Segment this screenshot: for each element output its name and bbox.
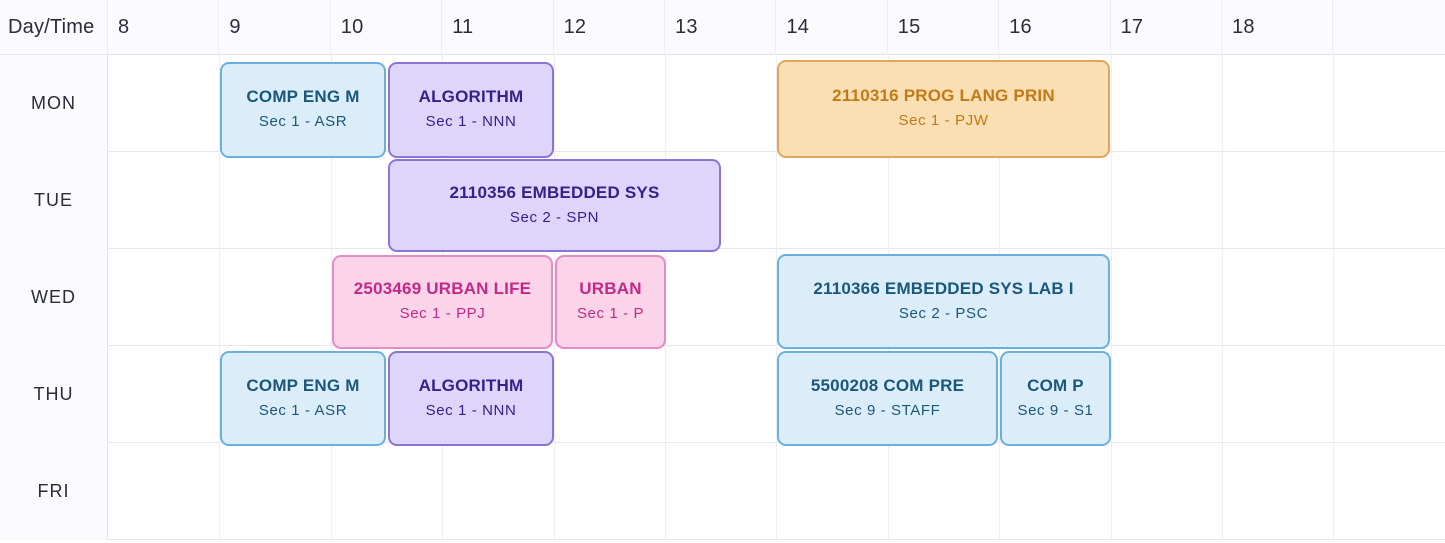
course-block-wed-urban-life[interactable]: 2503469 URBAN LIFE Sec 1 - PPJ	[332, 255, 553, 349]
course-title: 2110316 PROG LANG PRIN	[832, 86, 1055, 106]
course-title: ALGORITHM	[418, 375, 524, 395]
course-title: COMP ENG M	[246, 87, 360, 107]
course-block-thu-comp-eng-m[interactable]: COMP ENG M Sec 1 - ASR	[220, 351, 386, 446]
course-section: Sec 1 - PPJ	[399, 305, 486, 323]
course-section: Sec 1 - NNN	[425, 401, 517, 419]
course-section: Sec 1 - NNN	[425, 113, 517, 131]
course-section: Sec 1 - ASR	[258, 401, 348, 419]
timetable: Day/Time 8 9 10 11 12 13 14 15 16 17 18 MON TUE WED TH…	[0, 0, 1445, 543]
course-section: Sec 9 - STAFF	[834, 401, 941, 419]
course-section: Sec 9 - S1	[1017, 401, 1094, 419]
course-title: 2503469 URBAN LIFE	[353, 279, 532, 299]
course-title: ALGORITHM	[418, 87, 524, 107]
course-title: URBAN	[579, 279, 642, 299]
course-section: Sec 1 - ASR	[258, 113, 348, 131]
course-block-mon-comp-eng-m[interactable]: COMP ENG M Sec 1 - ASR	[220, 62, 386, 158]
course-section: Sec 1 - PJW	[898, 112, 989, 130]
course-block-mon-prog-lang-prin[interactable]: 2110316 PROG LANG PRIN Sec 1 - PJW	[777, 60, 1110, 158]
course-title: COM P	[1027, 375, 1084, 395]
course-block-thu-com-pre[interactable]: 5500208 COM PRE Sec 9 - STAFF	[777, 351, 998, 446]
course-section: Sec 2 - PSC	[898, 304, 989, 322]
course-block-tue-embedded-sys[interactable]: 2110356 EMBEDDED SYS Sec 2 - SPN	[388, 159, 721, 252]
course-title: 5500208 COM PRE	[810, 375, 965, 395]
course-title: 2110366 EMBEDDED SYS LAB I	[813, 278, 1074, 298]
course-block-thu-algorithm[interactable]: ALGORITHM Sec 1 - NNN	[388, 351, 554, 446]
course-title: COMP ENG M	[246, 375, 360, 395]
course-section: Sec 2 - SPN	[509, 208, 600, 226]
course-block-wed-urban[interactable]: URBAN Sec 1 - P	[555, 255, 666, 349]
course-block-thu-com-p[interactable]: COM P Sec 9 - S1	[1000, 351, 1111, 446]
course-blocks-layer: COMP ENG M Sec 1 - ASR ALGORITHM Sec 1 - NN…	[0, 0, 1445, 543]
course-block-wed-embedded-sys-lab[interactable]: 2110366 EMBEDDED SYS LAB I Sec 2 - PSC	[777, 254, 1110, 349]
course-block-mon-algorithm[interactable]: ALGORITHM Sec 1 - NNN	[388, 62, 554, 158]
course-section: Sec 1 - P	[576, 305, 645, 323]
course-title: 2110356 EMBEDDED SYS	[449, 182, 660, 202]
